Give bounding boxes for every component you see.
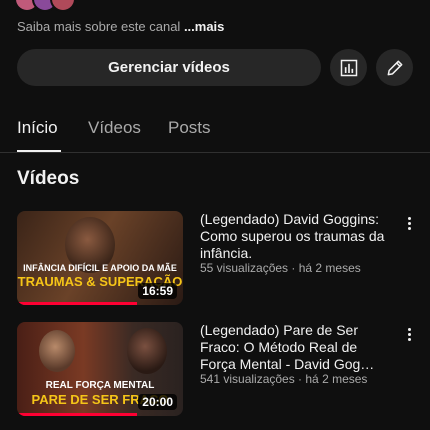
subscriber-avatars [14,0,76,12]
avatar [50,0,76,12]
more-options-button[interactable] [402,213,416,233]
video-duration: 20:00 [138,394,177,410]
video-item[interactable]: REAL FORÇA MENTAL PARE DE SER FRACO 20:0… [0,322,430,418]
section-title: Vídeos [17,168,80,189]
more-vert-icon-dot [407,226,411,230]
video-thumbnail[interactable]: INFÂNCIA DIFÍCIL E APOIO DA MÃE TRAUMAS … [17,211,183,305]
tab-inicio[interactable]: Início [17,118,58,138]
more-vert-icon-dot [407,332,411,336]
manage-videos-button[interactable]: Gerenciar vídeos [17,49,321,86]
active-tab-indicator [17,150,61,152]
bar-chart-icon [340,59,357,76]
watch-progress-bar [17,413,137,416]
channel-tabs: Início Vídeos Posts [0,110,430,153]
more-vert-icon-dot [407,337,411,341]
thumbnail-face [39,330,75,372]
video-duration: 16:59 [138,283,177,299]
more-vert-icon [407,216,411,220]
tab-videos[interactable]: Vídeos [88,118,141,138]
analytics-button[interactable] [330,49,367,86]
more-vert-icon-dot [407,221,411,225]
channel-about-link[interactable]: Saiba mais sobre este canal ...mais [17,19,224,34]
pencil-icon [387,60,402,75]
watch-progress-bar [17,302,137,305]
video-thumbnail[interactable]: REAL FORÇA MENTAL PARE DE SER FRACO 20:0… [17,322,183,416]
thumbnail-face [127,328,167,374]
video-item[interactable]: INFÂNCIA DIFÍCIL E APOIO DA MÃE TRAUMAS … [0,211,430,307]
thumbnail-caption-top: REAL FORÇA MENTAL [45,380,155,391]
video-title[interactable]: (Legendado) David Goggins: Como superou … [200,211,390,262]
video-meta: 541 visualizações · há 2 meses [200,372,368,386]
more-vert-icon [407,327,411,331]
tab-posts[interactable]: Posts [168,118,211,138]
thumbnail-caption-top: INFÂNCIA DIFÍCIL E APOIO DA MÃE [23,263,177,273]
about-text: Saiba mais sobre este canal [17,19,184,34]
video-title[interactable]: (Legendado) Pare de Ser Fraco: O Método … [200,322,390,373]
more-options-button[interactable] [402,324,416,344]
about-more-link[interactable]: ...mais [184,19,224,34]
edit-channel-button[interactable] [376,49,413,86]
video-meta: 55 visualizações · há 2 meses [200,261,361,275]
